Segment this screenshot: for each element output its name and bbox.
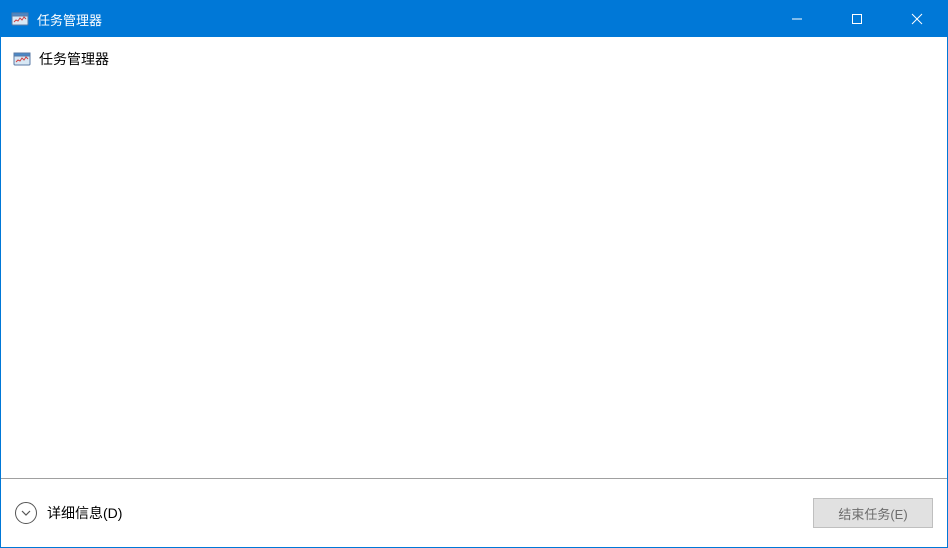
maximize-button[interactable] bbox=[827, 1, 887, 37]
task-manager-icon bbox=[13, 50, 31, 68]
more-details-toggle[interactable]: 详细信息(D) bbox=[15, 502, 122, 524]
titlebar[interactable]: 任务管理器 bbox=[1, 1, 947, 37]
titlebar-left: 任务管理器 bbox=[1, 10, 767, 29]
end-task-label: 结束任务(E) bbox=[838, 504, 907, 523]
details-label: 详细信息(D) bbox=[47, 503, 122, 523]
minimize-button[interactable] bbox=[767, 1, 827, 37]
process-name: 任务管理器 bbox=[39, 49, 109, 69]
task-manager-icon bbox=[11, 10, 29, 28]
close-button[interactable] bbox=[887, 1, 947, 37]
process-item[interactable]: 任务管理器 bbox=[13, 47, 935, 71]
window-controls bbox=[767, 1, 947, 37]
chevron-down-icon bbox=[15, 502, 37, 524]
footer: 详细信息(D) 结束任务(E) bbox=[1, 479, 947, 547]
process-list[interactable]: 任务管理器 bbox=[1, 37, 947, 478]
window-title: 任务管理器 bbox=[37, 10, 102, 29]
end-task-button[interactable]: 结束任务(E) bbox=[813, 498, 933, 528]
